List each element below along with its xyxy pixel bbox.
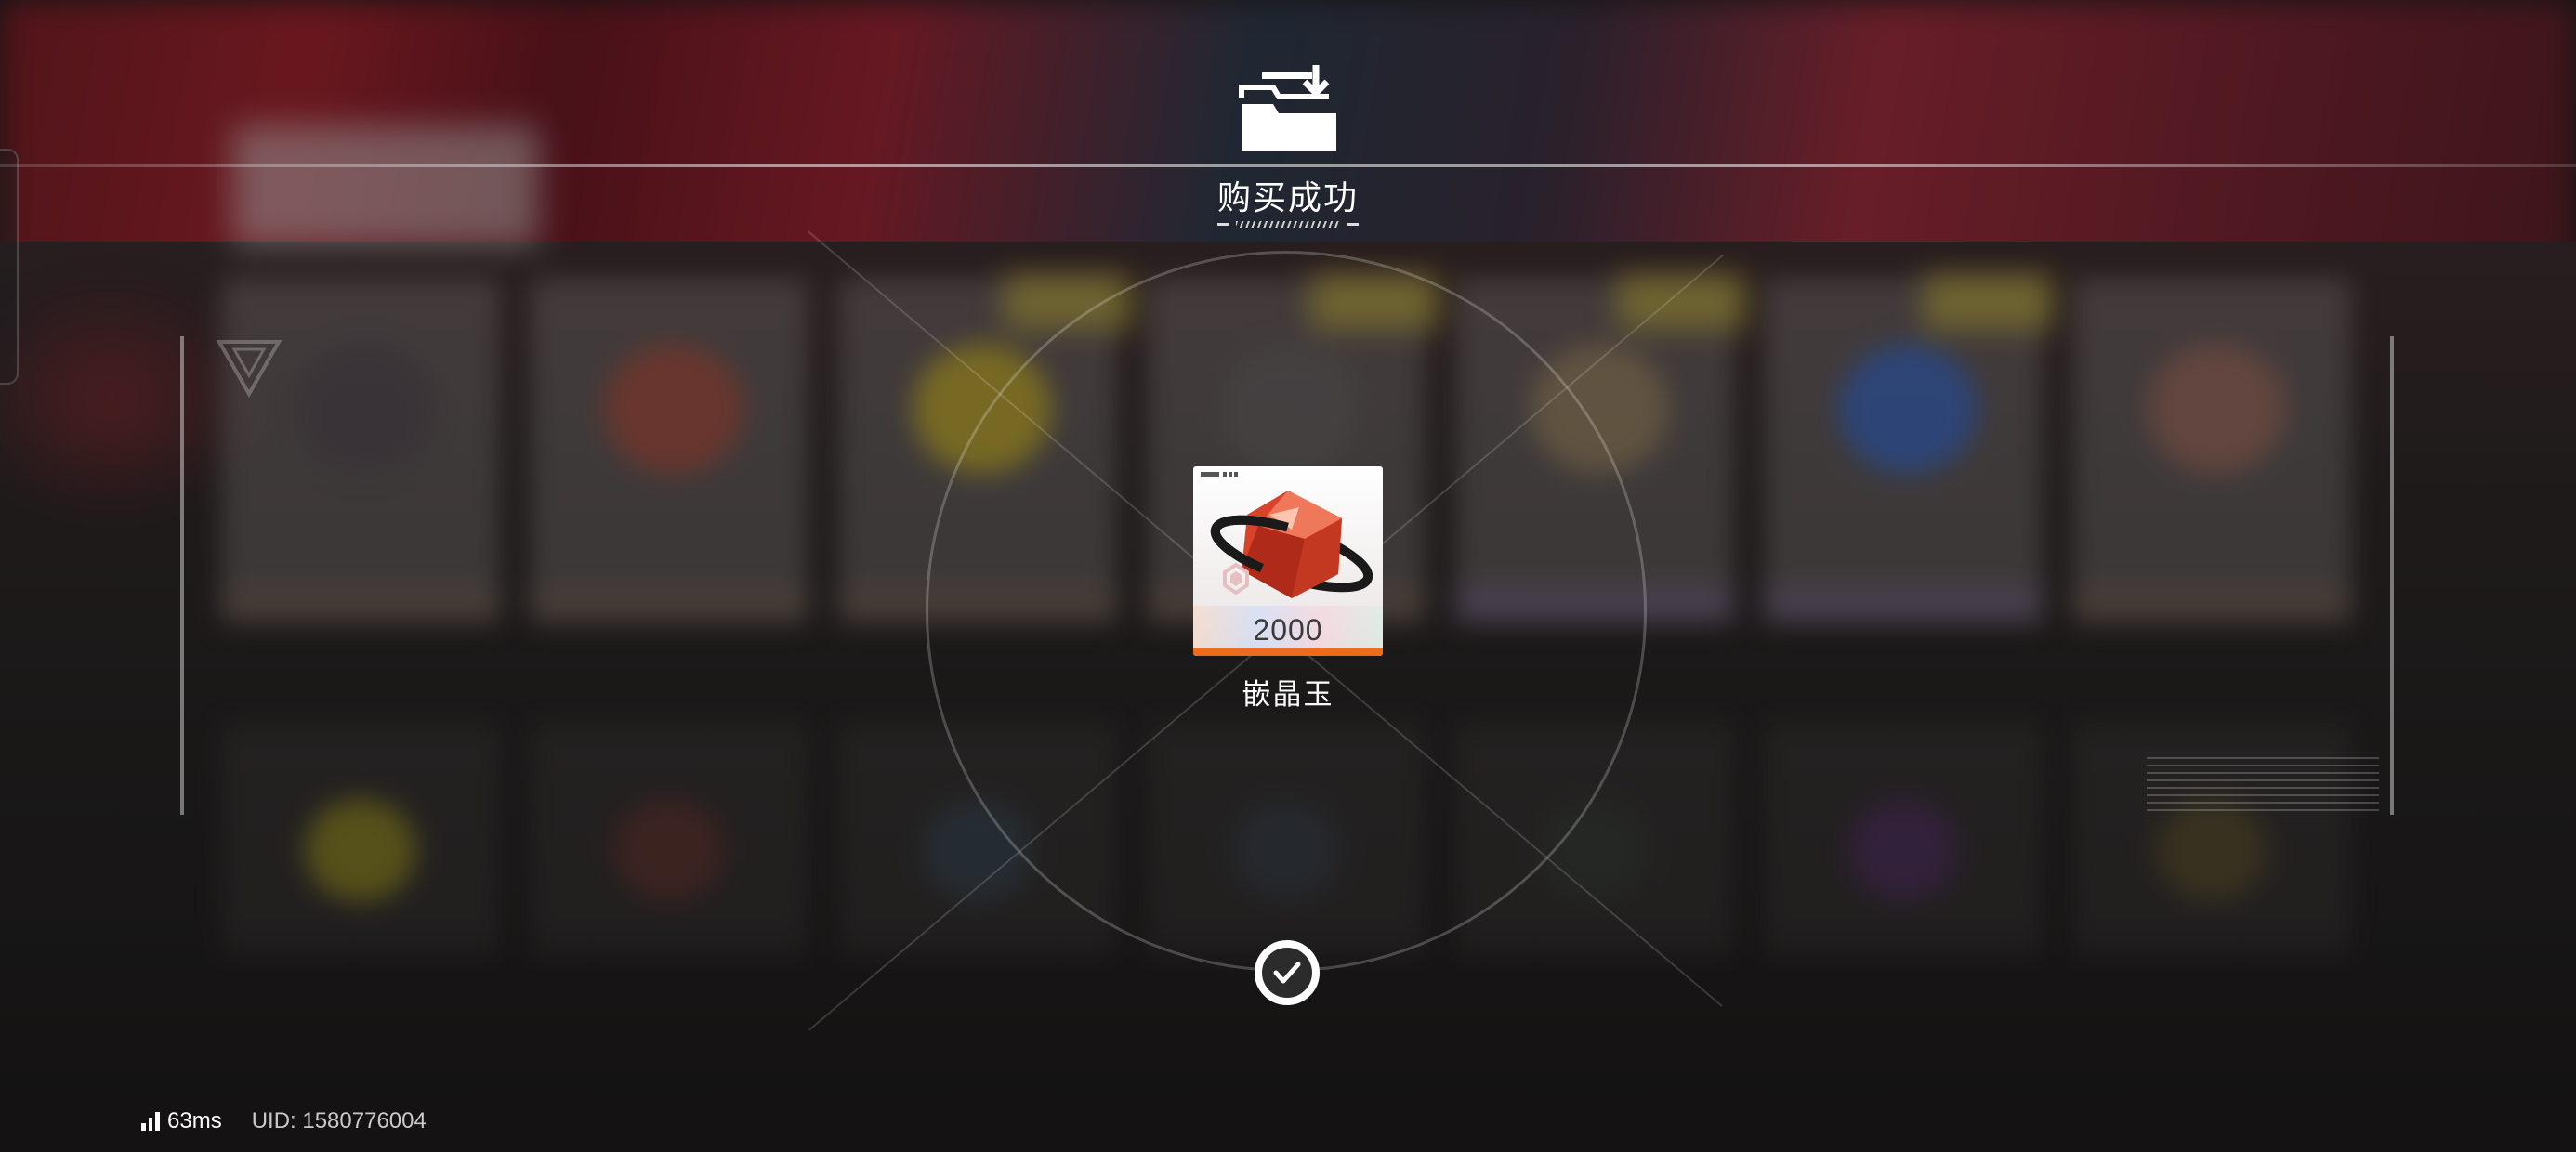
inbox-tray-check-icon bbox=[1239, 65, 1336, 151]
dialog-title: 购买成功 bbox=[1216, 179, 1359, 217]
ping-value: 63ms bbox=[167, 1108, 222, 1133]
confirm-button[interactable] bbox=[1255, 940, 1320, 1005]
rarity-bar bbox=[1193, 648, 1383, 656]
reward-item-card[interactable]: 2000 bbox=[1193, 466, 1383, 656]
uid-label: UID: 1580776004 bbox=[251, 1108, 427, 1133]
confirm-button-inner bbox=[1262, 948, 1312, 998]
reward-item-name: 嵌晶玉 bbox=[1242, 678, 1334, 712]
status-footer: 63ms UID: 1580776004 bbox=[141, 1106, 427, 1137]
title-underline-decor bbox=[1217, 221, 1359, 229]
purchase-success-dialog: 购买成功 2000 嵌晶玉 bbox=[0, 0, 2576, 1152]
reward-quantity: 2000 bbox=[1253, 613, 1323, 647]
rarity-mark-icon bbox=[1201, 472, 1238, 477]
signal-bars-icon bbox=[141, 1112, 161, 1131]
checkmark-icon bbox=[1273, 962, 1301, 984]
red-crystal-icon bbox=[1210, 491, 1373, 598]
